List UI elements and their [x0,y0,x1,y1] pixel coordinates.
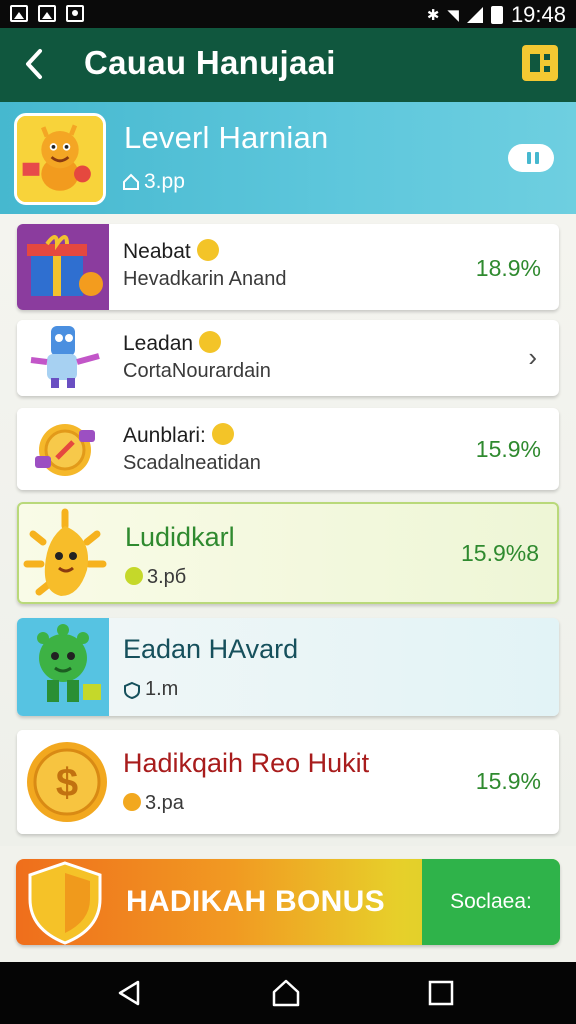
home-icon [123,173,139,190]
item-title: Aunblari: [123,423,234,448]
coin-icon [125,566,143,585]
bonus-banner[interactable]: HADIKAH BONUS Soclaea: [16,859,560,945]
item-subtitle: 1.m [123,678,178,701]
list-item[interactable]: Leadan CortaNourardain › [17,320,559,396]
battery-icon [490,6,503,24]
app-notification-icon [66,5,84,22]
item-subtitle: CortaNourardain [123,360,271,382]
level-points: 3.pp [122,170,185,194]
list-item[interactable]: Aunblari: Scadalneatidan 15.9% [17,408,559,490]
item-subtitle: Hevadkarin Anand [123,268,287,290]
clock: 19:48 [510,2,566,27]
shield-outline-icon [124,681,140,699]
level-title: Leverl Harnian [124,120,329,155]
item-title: Eadan HAvard [123,634,299,664]
emoji-icon [211,423,234,446]
coin-badge-icon [17,408,109,490]
list-item[interactable]: $ Hadikqaih Reo Hukit 3.pa 15.9% [17,730,559,834]
robot-mascot-icon [17,320,109,396]
level-header: Leverl Harnian 3.pp [0,102,576,214]
back-button[interactable] [18,46,50,84]
dollar-coin-icon: $ [17,730,109,834]
item-title: Hadikqaih Reo Hukit [123,748,370,778]
bluetooth-icon: ✱ [426,7,440,24]
recents-nav-icon[interactable] [426,978,456,1008]
item-subtitle: 3.pa [123,792,184,815]
gift-box-icon [17,224,109,310]
sun-mascot-icon [19,504,111,602]
bonus-label: HADIKAH BONUS [126,885,385,918]
emoji-icon [199,331,222,354]
shield-badge-icon [28,861,102,945]
wifi-icon: ◥ [447,7,459,24]
bonus-claim-button[interactable]: Soclaea: [422,859,560,945]
item-value: 15.9%8 [460,540,539,566]
list-item[interactable]: Neabat Hevadkarin Anand 18.9% [17,224,559,310]
item-subtitle: Scadalneatidan [123,452,261,474]
mascot-icon [17,116,103,202]
green-monster-icon [17,618,109,716]
level-points-value: 3.pp [144,170,185,193]
item-title: Neabat [123,239,219,264]
item-value: 15.9% [475,768,541,794]
system-nav-bar [0,962,576,1024]
app-bar: Cauau Hanujaai [0,28,576,102]
home-nav-icon[interactable] [271,978,301,1008]
item-value: 18.9% [475,255,541,281]
signal-icon [466,7,483,23]
item-subtitle: 3.pб [125,566,186,589]
page-title: Cauau Hanujaai [84,44,336,81]
item-title: Leadan [123,331,222,356]
reward-list: Neabat Hevadkarin Anand 18.9% Leadan Cor… [0,214,576,846]
coin-bag-icon [123,792,141,811]
item-title: Ludidkarl [125,522,235,552]
back-nav-icon[interactable] [114,978,144,1008]
chevron-left-icon [26,49,42,79]
gallery-notification-icon [38,5,56,22]
mascot-avatar [14,113,106,205]
grid-menu-button[interactable] [522,45,558,81]
list-item-highlighted[interactable]: Ludidkarl 3.pб 15.9%8 [17,502,559,604]
chevron-right-icon[interactable]: › [528,342,537,373]
list-item[interactable]: Eadan HAvard 1.m [17,618,559,716]
status-bar: ✱ ◥ 19:48 [0,0,576,28]
image-notification-icon [10,5,28,22]
item-value: 15.9% [475,436,541,462]
pause-toggle[interactable] [508,144,554,172]
emoji-icon [196,239,219,262]
grid-icon [530,54,540,72]
svg-text:$: $ [56,761,78,805]
bonus-section: HADIKAH BONUS Soclaea: [0,846,576,962]
